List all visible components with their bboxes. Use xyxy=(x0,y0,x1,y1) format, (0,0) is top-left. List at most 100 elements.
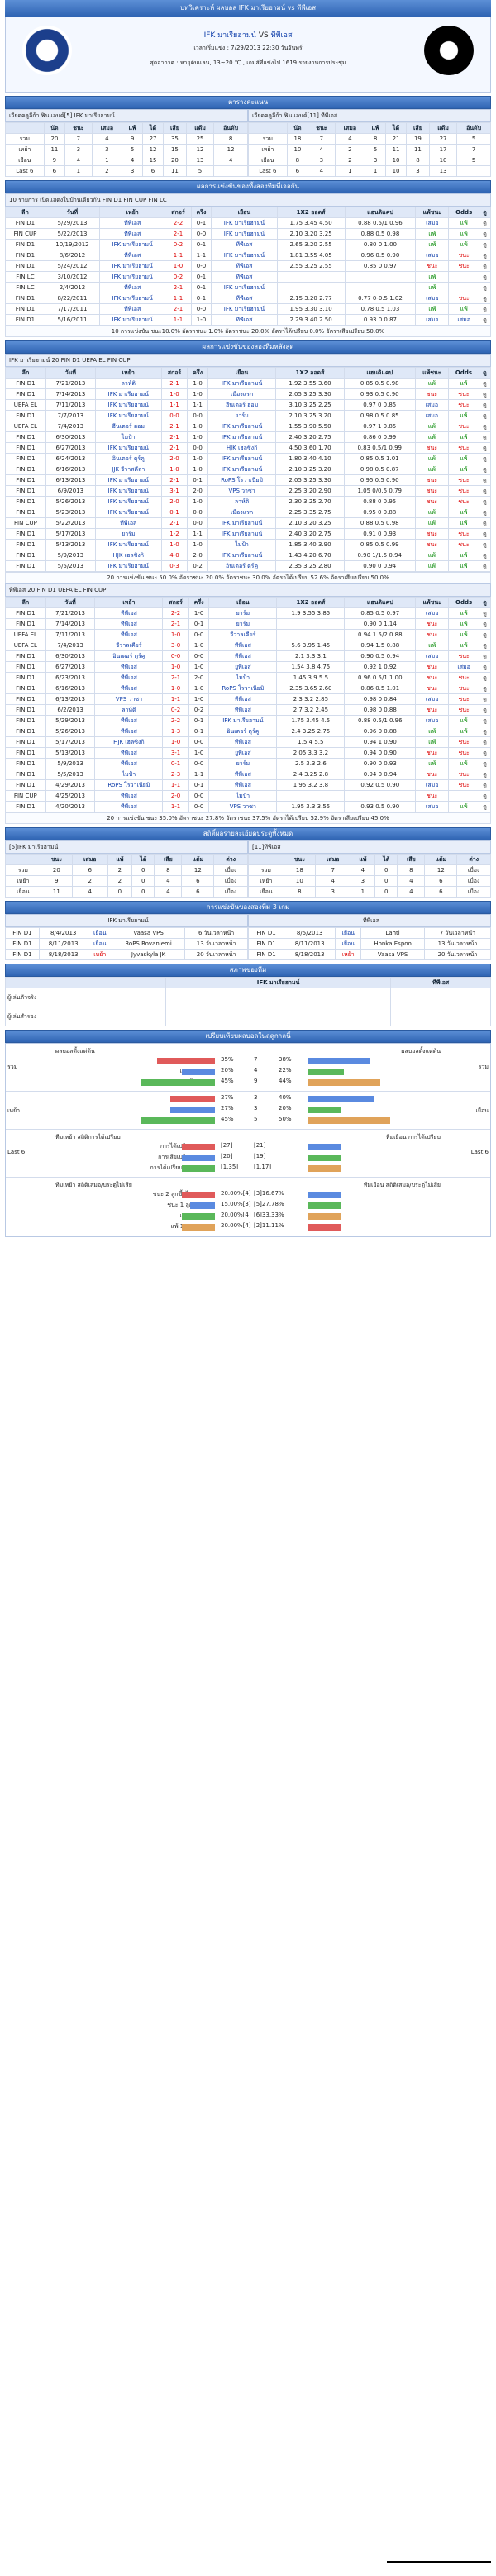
table-row[interactable]: FIN D1 6/13/2013 VPS วาซา 1-1 1-0 ทีพีเอส 2.3 … xyxy=(5,693,492,705)
table-row[interactable]: FIN D1 6/30/2013 ไมป้า 2-1 1-0 IFK มาเรียฮามน… xyxy=(5,431,492,443)
table-cell: ดู xyxy=(478,779,492,791)
table-row[interactable]: Last 6 6 1 2 3 6 11 5 xyxy=(5,165,248,177)
compare-row: แพ้45%550% xyxy=(6,1116,490,1126)
recent-away-title[interactable]: ทีพีเอส 20 FIN D1 UEFA EL FIN CUP xyxy=(5,583,491,597)
table-row[interactable]: FIN D1 5/9/2013 ทีพีเอส 0-1 0-0 ยาร์ม 2.5 3.3 … xyxy=(5,758,492,769)
table-row[interactable]: FIN D1 5/29/2013 ทีพีเอส 2-2 0-1 IFK มาเรียฮา… xyxy=(5,715,492,726)
table-cell: ทีพีเอส xyxy=(94,715,164,726)
table-row[interactable]: FIN D1 8/22/2011 IFK มาเรียฮามน์ 1-1 0-1 ทีพี… xyxy=(5,293,491,304)
away-team-name[interactable]: ทีพีเอส xyxy=(271,31,293,40)
table-row[interactable]: UEFA EL 7/4/2013 ฮีนเตอร์ ฮอม 2-1 1-0 IFK มาเ… xyxy=(5,421,492,432)
table-row[interactable]: เหย้า 10 4 2 5 11 11 17 7 xyxy=(248,144,491,155)
table-row[interactable]: FIN D1 8/5/2013 เยือน Lahti 7 วันเวลาหน้า xyxy=(247,927,492,939)
compare-right-value: 50% xyxy=(279,1116,292,1122)
table-row[interactable]: FIN D1 5/23/2013 IFK มาเรียฮามน์ 0-1 0-0 เมือ… xyxy=(5,507,492,518)
table-row[interactable]: FIN LC 2/4/2012 ทีพีเอส 2-1 0-1 IFK มาเรียฮาม… xyxy=(5,282,491,293)
table-row[interactable]: FIN D1 5/26/2013 IFK มาเรียฮามน์ 2-0 1-0 ลาห์… xyxy=(5,496,492,507)
table-cell: FIN D1 xyxy=(5,539,46,550)
table-row[interactable]: รวม 20 7 4 9 27 35 25 8 xyxy=(5,133,248,145)
table-cell: 8/6/2012 xyxy=(44,250,101,261)
table-cell: ชนะ xyxy=(447,539,479,550)
recent-home-title[interactable]: IFK มาเรียฮามน์ 20 FIN D1 UEFA EL FIN CU… xyxy=(5,354,491,367)
table-row[interactable]: FIN D1 8/4/2013 เยือน Vaasa VPS 6 วันเวลาหน้… xyxy=(5,927,248,939)
table-row[interactable]: FIN D1 6/16/2013 ทีพีเอส 1-0 1-0 RoPS โรวาเนี… xyxy=(5,683,492,694)
table-row[interactable]: FIN D1 5/17/2013 ยาร์ม 1-2 1-1 IFK มาเรียฮามน… xyxy=(5,528,492,540)
table-cell: ทีพีเอส xyxy=(208,704,278,716)
table-row[interactable]: FIN D1 7/14/2013 ทีพีเอส 2-1 0-1 ยาร์ม 0.90 0 … xyxy=(5,618,492,630)
table-cell: 1.55 3.90 5.50 xyxy=(275,421,345,432)
table-row[interactable]: เยือน 9 4 1 4 15 20 13 4 xyxy=(5,155,248,166)
table-cell: ทีพีเอส xyxy=(94,747,164,759)
table-cell: 12 xyxy=(213,144,248,155)
table-row[interactable]: FIN D1 5/5/2013 ไมป้า 2-3 1-1 ทีพีเอส 2.4 3.25… xyxy=(5,769,492,780)
table-row[interactable]: FIN D1 6/13/2013 IFK มาเรียฮามน์ 2-1 0-1 RoPS… xyxy=(5,474,492,486)
table-row[interactable]: FIN D1 8/11/2013 เยือน Honka Espoo 13 วันเวล… xyxy=(247,938,492,950)
table-row[interactable]: FIN D1 4/20/2013 ทีพีเอส 1-1 0-0 VPS วาซา 1.95… xyxy=(5,801,492,812)
table-row[interactable]: FIN D1 8/18/2013 เหย้า Vaasa VPS 20 วันเวลาห… xyxy=(247,949,492,960)
table-row[interactable]: รวม 20 6 2 0 8 12 เบื่อง xyxy=(5,864,248,876)
table-cell: 1-0 xyxy=(162,736,189,748)
table-row[interactable]: UEFA EL 7/4/2013 จีวาลเคียร์ 3-0 1-0 ทีพีเอส 5… xyxy=(5,640,492,651)
table-row[interactable]: FIN D1 8/6/2012 ทีพีเอส 1-1 1-1 IFK มาเรียฮาม… xyxy=(5,250,491,261)
table-row[interactable]: FIN D1 5/26/2013 ทีพีเอส 1-3 0-1 อินเตอร์ ตุร… xyxy=(5,726,492,737)
table-row[interactable]: เยือน 8 3 2 3 10 8 10 5 xyxy=(248,155,491,166)
table-row[interactable]: FIN D1 5/9/2013 HJK เฮลซิงกิ 4-0 2-0 IFK มาเร… xyxy=(5,550,492,561)
table-row[interactable]: Last 6 6 4 1 1 10 3 13 xyxy=(248,165,491,177)
table-row[interactable]: เหย้า 9 2 2 0 4 6 เบื่อง xyxy=(5,875,248,887)
table-row[interactable]: UEFA EL 7/11/2013 IFK มาเรียฮามน์ 1-1 1-1 ฮีน… xyxy=(5,399,492,411)
table-row[interactable]: FIN D1 6/24/2013 อินเตอร์ ตุร์คู 2-0 1-0 IFK … xyxy=(5,453,492,464)
table-cell: FIN D1 xyxy=(5,758,46,769)
table-row[interactable]: FIN D1 6/30/2013 อินเตอร์ ตุร์คู 0-0 0-0 ทีพี… xyxy=(5,650,492,662)
table-row[interactable]: FIN D1 7/17/2011 ทีพีเอส 2-1 0-0 IFK มาเรียฮา… xyxy=(5,303,491,315)
table-cell: ลาห์ติ xyxy=(94,704,164,716)
table-row[interactable]: รวม 18 7 4 0 8 12 เบื่อง xyxy=(248,864,491,876)
table-row[interactable]: FIN D1 6/23/2013 ทีพีเอส 2-1 2-0 ไมป้า 1.45 3.… xyxy=(5,672,492,683)
table-cell: 15 xyxy=(162,144,187,155)
table-row[interactable]: FIN D1 5/5/2013 IFK มาเรียฮามน์ 0-3 0-2 อินเต… xyxy=(5,560,492,572)
table-row[interactable]: FIN CUP 5/22/2013 ทีพีเอส 2-1 0-0 IFK มาเรียฮ… xyxy=(5,517,492,529)
table-row[interactable]: FIN D1 5/29/2013 ทีพีเอส 2-2 0-1 IFK มาเรียฮา… xyxy=(5,217,491,229)
table-row[interactable]: UEFA EL 7/11/2013 ทีพีเอส 1-0 0-0 จีวาลเคียร์… xyxy=(5,629,492,640)
table-row[interactable]: FIN D1 5/13/2013 ทีพีเอส 3-1 1-0 ยูพีเอส 2.05 … xyxy=(5,747,492,759)
table-cell: 0.98 0.5 0.87 xyxy=(343,464,416,475)
table-row[interactable]: FIN D1 7/21/2013 ทีพีเอส 2-2 1-0 ยาร์ม 1.9 3.5… xyxy=(5,607,492,619)
table-row[interactable]: เหย้า 11 3 3 5 12 15 12 12 xyxy=(5,144,248,155)
table-cell: 2.4 3.25 2.75 xyxy=(276,726,346,737)
compare-left-value: [27] xyxy=(221,1142,233,1149)
table-cell: 7/14/2013 xyxy=(45,388,96,400)
table-row[interactable]: FIN D1 6/9/2013 IFK มาเรียฮามน์ 3-1 2-0 VPS ว… xyxy=(5,485,492,497)
table-cell: 8 xyxy=(154,864,183,876)
h2h-controls[interactable]: 10 รายการ เปิดแสดงในบ้านเดียวกัน FIN D1 … xyxy=(5,193,491,207)
table-row[interactable]: เยือน 11 4 0 0 4 6 เบื่อง xyxy=(5,886,248,898)
table-row[interactable]: FIN D1 7/7/2013 IFK มาเรียฮามน์ 0-0 0-0 ยาร์ม… xyxy=(5,410,492,421)
table-cell: 5 xyxy=(365,144,387,155)
table-row[interactable]: FIN CUP 5/22/2013 ทีพีเอส 2-1 0-0 IFK มาเรียฮ… xyxy=(5,228,491,240)
table-row[interactable]: FIN D1 6/27/2013 ทีพีเอส 1-0 1-0 ยูพีเอส 1.54 … xyxy=(5,661,492,673)
table-row[interactable]: FIN D1 5/24/2012 IFK มาเรียฮามน์ 1-0 0-0 ทีพี… xyxy=(5,260,491,272)
table-row[interactable]: FIN D1 7/21/2013 ลาห์ติ 2-1 1-0 IFK มาเรียฮาม… xyxy=(5,378,492,389)
table-row[interactable]: FIN D1 5/13/2013 IFK มาเรียฮามน์ 1-0 1-0 ไมป้… xyxy=(5,539,492,550)
table-cell: แพ้ xyxy=(448,228,480,240)
table-cell: จีวาลเคียร์ xyxy=(94,640,164,651)
table-row[interactable]: รวม 18 7 4 8 21 19 27 5 xyxy=(248,133,491,145)
table-row[interactable]: เหย้า 10 4 3 0 4 6 เบื่อง xyxy=(248,875,491,887)
table-row[interactable]: FIN D1 10/19/2012 IFK มาเรียฮามน์ 0-2 0-1 ทีพ… xyxy=(5,239,491,250)
table-row[interactable]: FIN D1 6/16/2013 JJK จีวาสคีลา 1-0 1-0 IFK มา… xyxy=(5,464,492,475)
table-cell: ชนะ xyxy=(414,442,449,454)
table-row[interactable]: FIN D1 7/14/2013 IFK มาเรียฮามน์ 1-0 1-0 เมือ… xyxy=(5,388,492,400)
table-row[interactable]: FIN LC 3/10/2012 IFK มาเรียฮามน์ 0-2 0-1 ทีพี… xyxy=(5,271,491,283)
table-row[interactable]: FIN D1 6/27/2013 IFK มาเรียฮามน์ 2-1 0-0 HJK … xyxy=(5,442,492,454)
home-team-name[interactable]: IFK มาเรียฮามน์ xyxy=(204,31,256,40)
table-cell: 0-0 xyxy=(187,410,208,421)
table-cell: 4 xyxy=(122,155,144,166)
table-row[interactable]: FIN D1 6/2/2013 ลาห์ติ 0-2 0-2 ทีพีเอส 2.7 3.2… xyxy=(5,704,492,716)
table-row[interactable]: FIN D1 8/18/2013 เหย้า Jyvaskyla JK 20 วันเว… xyxy=(5,949,248,960)
table-row[interactable]: เยือน 8 3 1 0 4 6 เบื่อง xyxy=(248,886,491,898)
table-row[interactable]: FIN D1 8/11/2013 เยือน RoPS Rovaniemi 13 วัน… xyxy=(5,938,248,950)
compare-left-value: 20.00%[4] xyxy=(221,1222,251,1229)
table-row[interactable]: FIN D1 5/17/2013 HJK เฮลซิงกิ 1-0 0-0 ทีพีเอส… xyxy=(5,736,492,748)
table-row[interactable]: FIN CUP 4/25/2013 ทีพีเอส 2-0 0-0 ไมป้า ชนะ ดู xyxy=(5,790,492,802)
table-row[interactable]: FIN D1 4/29/2013 RoPS โรวาเนียมิ 1-1 0-1 ทีพี… xyxy=(5,779,492,791)
table-cell: 15 xyxy=(142,155,164,166)
table-row[interactable]: FIN D1 5/16/2011 IFK มาเรียฮามน์ 1-1 1-0 ทีพี… xyxy=(5,314,491,326)
